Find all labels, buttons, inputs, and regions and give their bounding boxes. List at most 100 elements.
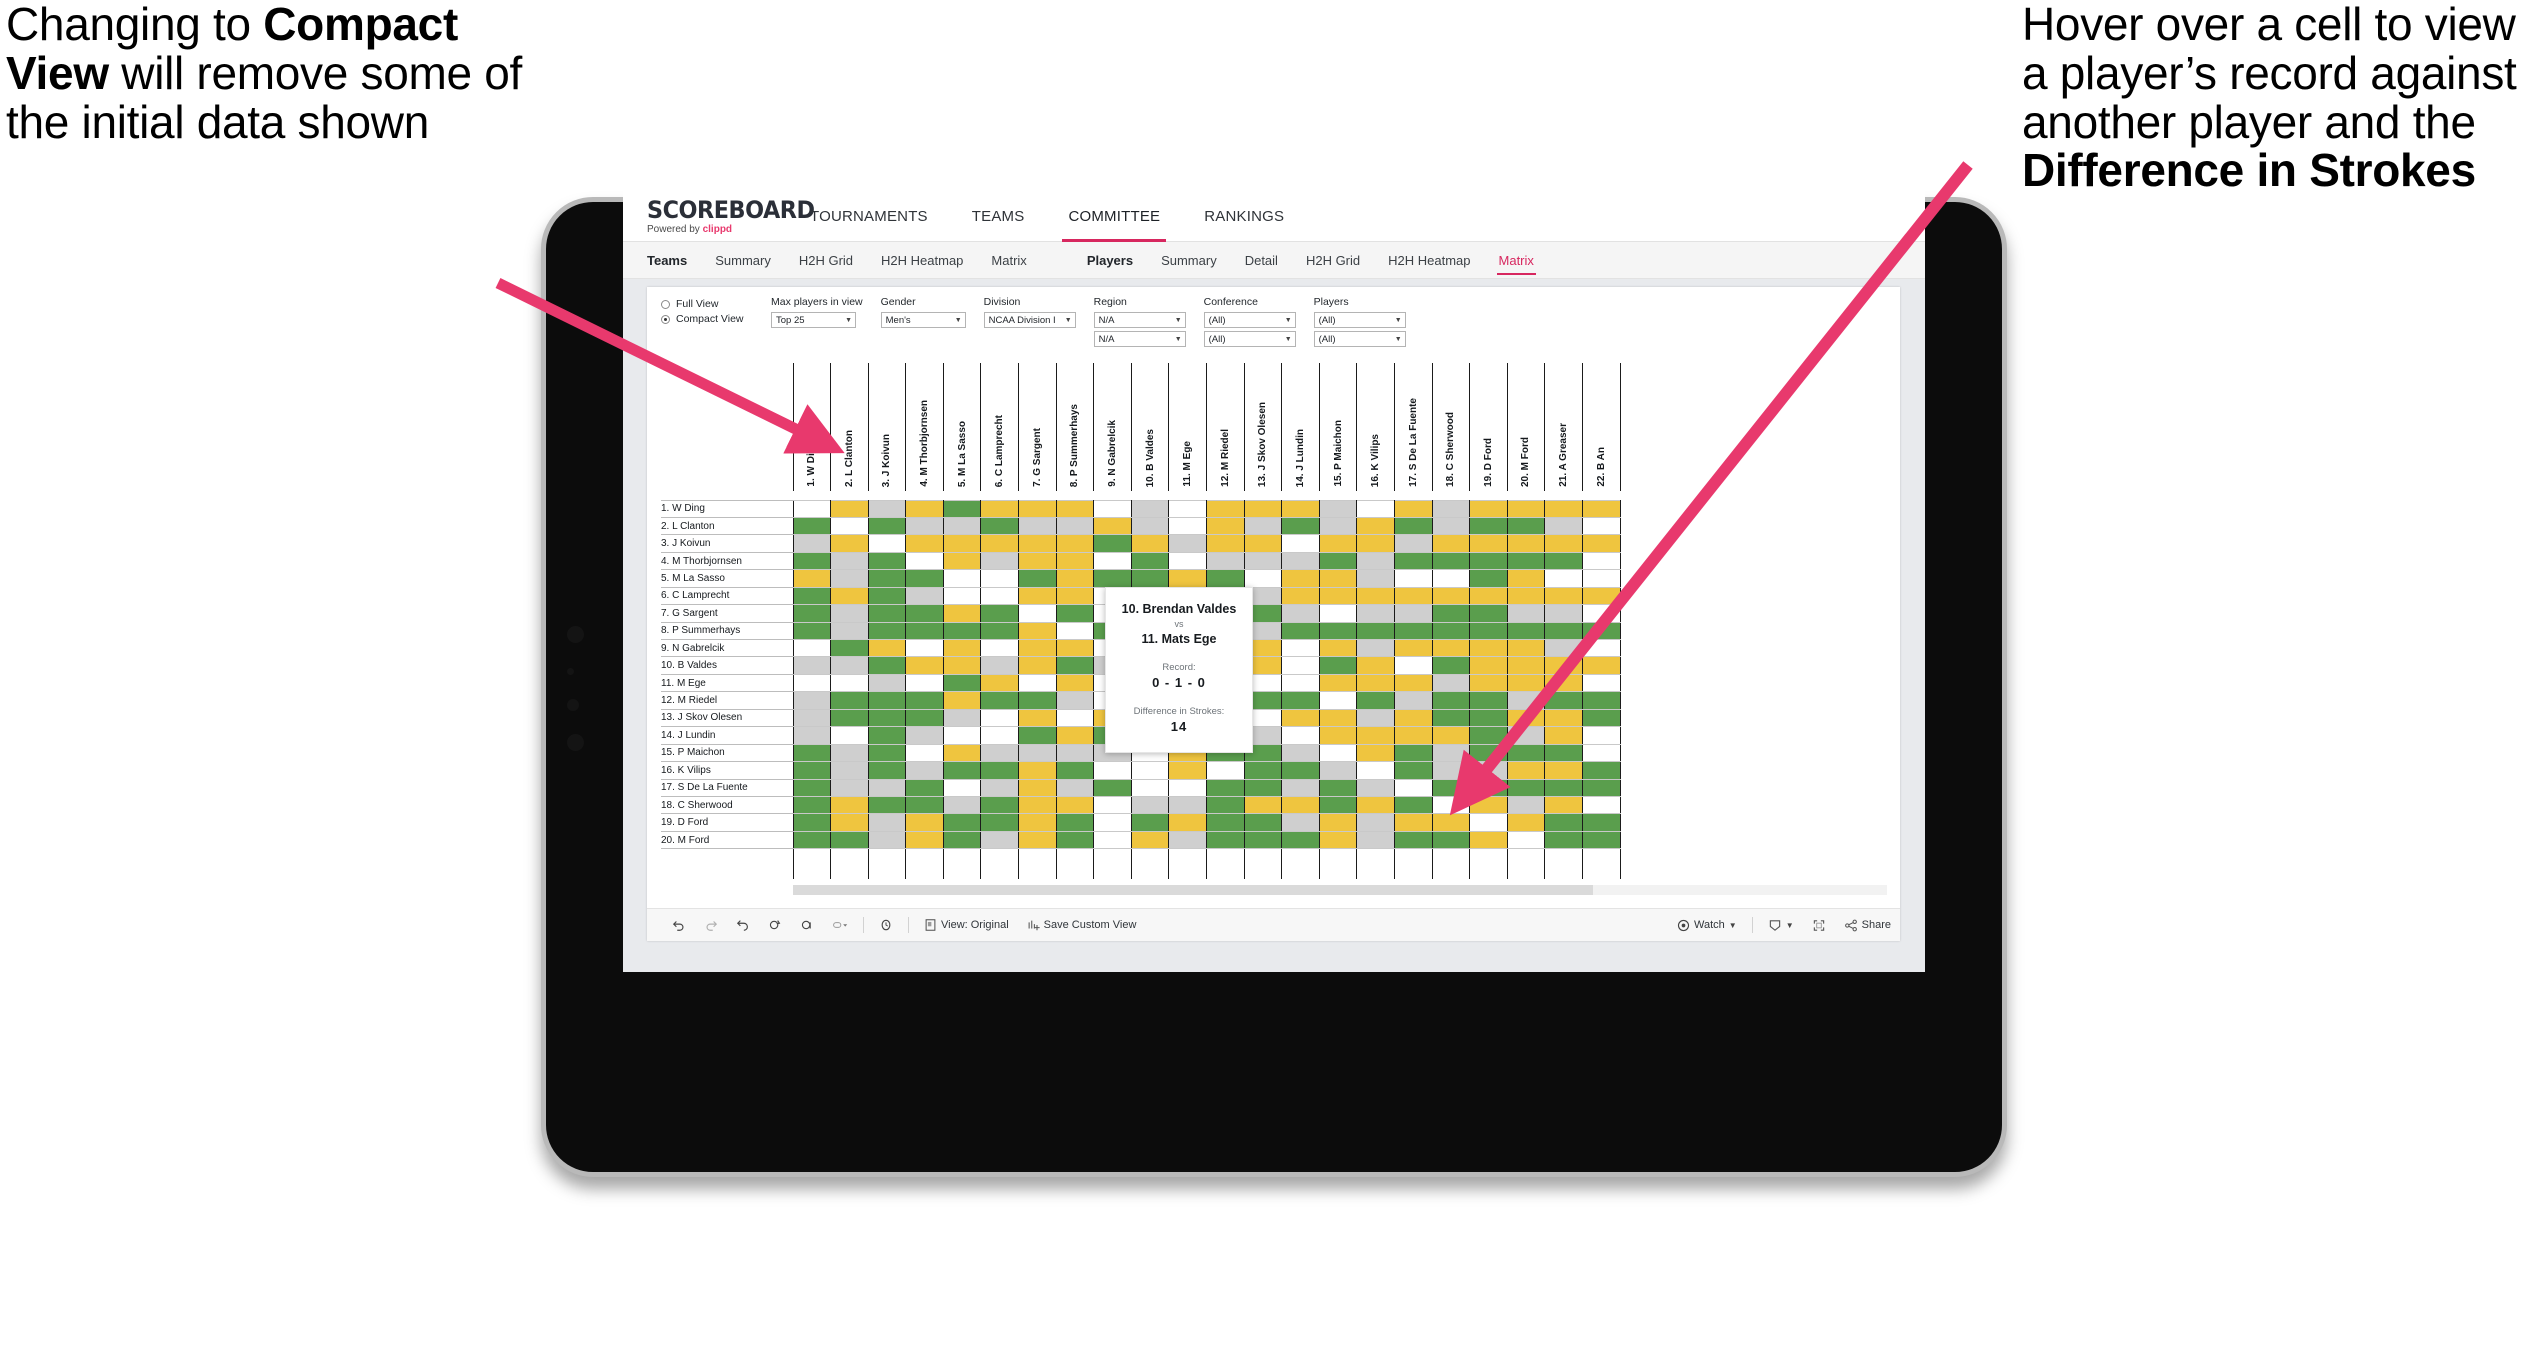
- matrix-cell[interactable]: [1206, 830, 1245, 850]
- subnav-item-detail[interactable]: Detail: [1231, 242, 1292, 278]
- matrix-cell[interactable]: [1431, 830, 1471, 850]
- matrix-cell[interactable]: [1394, 656, 1433, 675]
- matrix-cell[interactable]: [830, 499, 869, 518]
- matrix-column-header[interactable]: 9. N Gabrelcik: [1093, 363, 1132, 491]
- matrix-cell[interactable]: [1469, 743, 1508, 763]
- matrix-cell[interactable]: [1356, 586, 1395, 606]
- matrix-cell[interactable]: [1469, 499, 1508, 518]
- matrix-cell[interactable]: [1356, 708, 1395, 728]
- matrix-cell[interactable]: [1130, 499, 1170, 518]
- matrix-cell[interactable]: [980, 534, 1020, 553]
- matrix-cell[interactable]: [792, 673, 832, 693]
- matrix-cell[interactable]: [1431, 673, 1471, 693]
- matrix-cell[interactable]: [1506, 638, 1546, 658]
- matrix-cell[interactable]: [942, 830, 982, 850]
- matrix-cell[interactable]: [905, 830, 944, 850]
- filter-select[interactable]: (All) ▼: [1203, 312, 1296, 328]
- matrix-cell[interactable]: [1318, 621, 1358, 641]
- matrix-cell[interactable]: [1394, 743, 1433, 763]
- matrix-cell[interactable]: [1055, 499, 1095, 518]
- matrix-cell[interactable]: [1469, 534, 1508, 553]
- matrix-cell[interactable]: [1318, 708, 1358, 728]
- matrix-cell[interactable]: [1281, 569, 1320, 588]
- matrix-cell[interactable]: [1469, 604, 1508, 623]
- matrix-cell[interactable]: [1206, 534, 1245, 553]
- matrix-cell[interactable]: [1544, 516, 1583, 536]
- matrix-row-label[interactable]: 6. C Lamprecht: [661, 586, 793, 606]
- matrix-cell[interactable]: [1318, 795, 1358, 815]
- matrix-cell[interactable]: [1506, 830, 1546, 850]
- matrix-cell[interactable]: [1394, 621, 1433, 641]
- matrix-cell[interactable]: [1130, 795, 1170, 815]
- matrix-cell[interactable]: [1206, 778, 1245, 797]
- matrix-cell[interactable]: [1318, 778, 1358, 797]
- matrix-cell[interactable]: [1506, 516, 1546, 536]
- matrix-cell[interactable]: [1243, 795, 1283, 815]
- matrix-cell[interactable]: [1506, 534, 1546, 553]
- matrix-cell[interactable]: [1168, 813, 1208, 832]
- matrix-cell[interactable]: [905, 604, 944, 623]
- matrix-cell[interactable]: [1130, 830, 1170, 850]
- matrix-column-header[interactable]: 1. W Ding: [792, 363, 832, 491]
- matrix-cell[interactable]: [830, 813, 869, 832]
- matrix-cell[interactable]: [942, 813, 982, 832]
- view-mode-full-view[interactable]: Full View: [661, 298, 761, 310]
- matrix-cell[interactable]: [1093, 830, 1132, 850]
- matrix-cell[interactable]: [1356, 551, 1395, 571]
- matrix-cell[interactable]: [1544, 708, 1583, 728]
- matrix-cell[interactable]: [1281, 778, 1320, 797]
- matrix-cell[interactable]: [1431, 621, 1471, 641]
- matrix-cell[interactable]: [1281, 673, 1320, 693]
- share-button[interactable]: Share: [1835, 919, 1900, 932]
- matrix-cell[interactable]: [1394, 813, 1433, 832]
- matrix-cell[interactable]: [1356, 795, 1395, 815]
- matrix-cell[interactable]: [1018, 708, 1057, 728]
- matrix-cell[interactable]: [1544, 743, 1583, 763]
- matrix-cell[interactable]: [942, 761, 982, 780]
- matrix-cell[interactable]: [905, 516, 944, 536]
- matrix-cell[interactable]: [1318, 569, 1358, 588]
- matrix-column-header[interactable]: 11. M Ege: [1168, 363, 1208, 491]
- matrix-cell[interactable]: [792, 499, 832, 518]
- matrix-cell[interactable]: [1394, 673, 1433, 693]
- matrix-cell[interactable]: [942, 795, 982, 815]
- matrix-cell[interactable]: [1356, 673, 1395, 693]
- matrix-cell[interactable]: [867, 813, 907, 832]
- matrix-cell[interactable]: [1469, 516, 1508, 536]
- matrix-cell[interactable]: [1431, 726, 1471, 745]
- matrix-cell[interactable]: [942, 586, 982, 606]
- matrix-cell[interactable]: [830, 708, 869, 728]
- matrix-cell[interactable]: [867, 656, 907, 675]
- subnav-item-h2h-heatmap[interactable]: H2H Heatmap: [867, 242, 977, 278]
- matrix-cell[interactable]: [980, 708, 1020, 728]
- matrix-cell[interactable]: [1581, 743, 1621, 763]
- matrix-cell[interactable]: [1055, 516, 1095, 536]
- matrix-cell[interactable]: [1055, 534, 1095, 553]
- matrix-cell[interactable]: [1356, 569, 1395, 588]
- matrix-cell[interactable]: [1469, 551, 1508, 571]
- matrix-cell[interactable]: [942, 621, 982, 641]
- matrix-cell[interactable]: [1281, 551, 1320, 571]
- matrix-cell[interactable]: [1506, 569, 1546, 588]
- matrix-cell[interactable]: [1018, 499, 1057, 518]
- matrix-cell[interactable]: [1281, 604, 1320, 623]
- matrix-cell[interactable]: [1055, 761, 1095, 780]
- matrix-cell[interactable]: [1206, 795, 1245, 815]
- matrix-cell[interactable]: [905, 534, 944, 553]
- matrix-cell[interactable]: [1544, 795, 1583, 815]
- matrix-cell[interactable]: [1243, 813, 1283, 832]
- revert-button[interactable]: [727, 918, 759, 932]
- subnav-item-matrix[interactable]: Matrix: [1485, 242, 1548, 278]
- matrix-cell[interactable]: [942, 778, 982, 797]
- subnav-item-matrix[interactable]: Matrix: [977, 242, 1040, 278]
- matrix-cell[interactable]: [1318, 516, 1358, 536]
- matrix-cell[interactable]: [830, 569, 869, 588]
- matrix-cell[interactable]: [867, 621, 907, 641]
- radio-icon[interactable]: [661, 314, 670, 324]
- matrix-cell[interactable]: [1018, 673, 1057, 693]
- matrix-cell[interactable]: [1431, 691, 1471, 710]
- matrix-cell[interactable]: [1281, 795, 1320, 815]
- undo-button[interactable]: [663, 918, 695, 932]
- matrix-cell[interactable]: [1506, 795, 1546, 815]
- matrix-cell[interactable]: [1055, 743, 1095, 763]
